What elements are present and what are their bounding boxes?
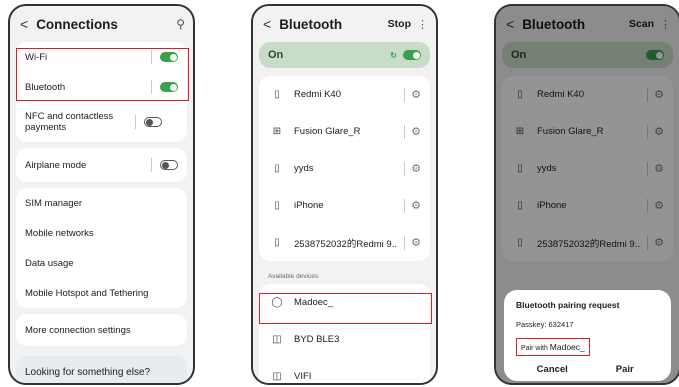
list-item[interactable]: ▯ Redmi K40 ⚙ bbox=[259, 76, 430, 113]
list-item[interactable]: ⊞ Fusion Glare_R ⚙ bbox=[259, 113, 430, 150]
bluetooth-header: < Bluetooth Stop ⋮ bbox=[253, 6, 436, 42]
dialog-title: Bluetooth pairing request bbox=[516, 300, 620, 310]
airplane-label: Airplane mode bbox=[25, 159, 87, 171]
network-card: SIM manager Mobile networks Data usage M… bbox=[16, 188, 187, 308]
more-card: More connection settings bbox=[16, 314, 187, 346]
back-button[interactable]: < bbox=[20, 16, 28, 32]
list-item[interactable]: Data usage bbox=[16, 248, 187, 278]
stop-button[interactable]: Stop bbox=[388, 18, 411, 30]
page-title: Connections bbox=[36, 16, 118, 32]
device-name: 2538752032的Redmi 9.. bbox=[294, 238, 397, 250]
list-item[interactable]: ▯ yyds ⚙ bbox=[259, 150, 430, 187]
pair-with-text: Pair with Madoec_ bbox=[516, 338, 590, 356]
headset-icon: ◫ bbox=[272, 334, 282, 345]
list-item[interactable]: Mobile Hotspot and Tethering bbox=[16, 278, 187, 308]
divider bbox=[135, 115, 136, 129]
looking-label: Looking for something else? bbox=[25, 366, 151, 378]
highlight-box bbox=[16, 48, 189, 101]
phone-icon: ▯ bbox=[274, 163, 280, 174]
highlight-box bbox=[259, 293, 432, 324]
device-name: VIFI bbox=[294, 371, 312, 382]
list-item[interactable]: ◫ BYD BLE3 bbox=[259, 321, 430, 358]
spinner-icon: ↻ bbox=[390, 50, 397, 60]
looking-row[interactable]: Looking for something else? bbox=[16, 356, 187, 383]
looking-card: Looking for something else? bbox=[16, 356, 187, 383]
gear-icon[interactable]: ⚙ bbox=[411, 125, 421, 138]
controller-icon: ⊞ bbox=[272, 126, 282, 137]
pair-button[interactable]: Pair bbox=[589, 364, 662, 375]
bluetooth-on-bar[interactable]: On ↻ bbox=[259, 42, 430, 68]
pair-with-label: Pair with bbox=[521, 345, 548, 352]
connections-screen: < Connections ⚲ Wi-Fi Bluetooth NFC and … bbox=[8, 4, 195, 385]
divider bbox=[404, 87, 406, 102]
more-label: More connection settings bbox=[25, 324, 131, 336]
nfc-row[interactable]: NFC and contactless payments bbox=[16, 102, 187, 142]
device-name: yyds bbox=[294, 163, 314, 174]
nfc-toggle[interactable] bbox=[144, 117, 162, 127]
bluetooth-pairing-screen: < Bluetooth Scan ⋮ On ▯ Redmi K40 ⚙ ⊞ Fusio… bbox=[494, 4, 679, 385]
airplane-row[interactable]: Airplane mode bbox=[16, 148, 187, 182]
sim-manager-label: SIM manager bbox=[25, 197, 83, 209]
divider bbox=[151, 158, 152, 172]
data-usage-label: Data usage bbox=[25, 257, 74, 269]
cancel-button[interactable]: Cancel bbox=[516, 364, 589, 375]
gear-icon[interactable]: ⚙ bbox=[411, 236, 421, 249]
list-item[interactable]: SIM manager bbox=[16, 188, 187, 218]
phone-icon: ▯ bbox=[274, 237, 280, 248]
bluetooth-toggle[interactable] bbox=[403, 50, 421, 60]
bluetooth-screen: < Bluetooth Stop ⋮ On ↻ ▯ Redmi K40 ⚙ ⊞ Fus… bbox=[251, 4, 438, 385]
gear-icon[interactable]: ⚙ bbox=[411, 162, 421, 175]
device-name: Fusion Glare_R bbox=[294, 126, 361, 137]
available-devices-heading: Available devices bbox=[268, 273, 319, 280]
connections-header: < Connections ⚲ bbox=[10, 6, 193, 42]
hotspot-label: Mobile Hotspot and Tethering bbox=[25, 287, 149, 299]
list-item[interactable]: ▯ iPhone ⚙ bbox=[259, 187, 430, 224]
divider bbox=[404, 198, 406, 213]
divider bbox=[404, 235, 406, 250]
list-item[interactable]: Mobile networks bbox=[16, 218, 187, 248]
pairing-request-dialog: Bluetooth pairing request Passkey: 63241… bbox=[504, 290, 671, 381]
on-label: On bbox=[268, 49, 284, 61]
phone-icon: ▯ bbox=[274, 200, 280, 211]
paired-devices-card: ▯ Redmi K40 ⚙ ⊞ Fusion Glare_R ⚙ ▯ yyds ⚙ ▯ iPh… bbox=[259, 76, 430, 261]
airplane-toggle[interactable] bbox=[160, 160, 178, 170]
phone-icon: ▯ bbox=[274, 89, 280, 100]
divider bbox=[404, 124, 406, 139]
search-icon[interactable]: ⚲ bbox=[176, 17, 185, 31]
gear-icon[interactable]: ⚙ bbox=[411, 88, 421, 101]
pair-device-name: Madoec_ bbox=[549, 342, 585, 352]
list-item[interactable]: ▯ 2538752032的Redmi 9.. ⚙ bbox=[259, 224, 430, 261]
device-name: Redmi K40 bbox=[294, 89, 341, 100]
nfc-label: NFC and contactless payments bbox=[25, 111, 114, 133]
dialog-buttons: Cancel Pair bbox=[516, 364, 661, 375]
divider bbox=[404, 161, 406, 176]
page-title: Bluetooth bbox=[279, 16, 343, 32]
device-name: iPhone bbox=[294, 200, 324, 211]
airplane-card: Airplane mode bbox=[16, 148, 187, 182]
gear-icon[interactable]: ⚙ bbox=[411, 199, 421, 212]
headset-icon: ◫ bbox=[272, 371, 282, 382]
more-options-icon[interactable]: ⋮ bbox=[417, 18, 428, 31]
mobile-networks-label: Mobile networks bbox=[25, 227, 94, 239]
back-button[interactable]: < bbox=[263, 16, 271, 32]
device-name: BYD BLE3 bbox=[294, 334, 340, 345]
more-connection-settings[interactable]: More connection settings bbox=[16, 314, 187, 346]
list-item[interactable]: ◫ VIFI bbox=[259, 358, 430, 383]
passkey-text: Passkey: 632417 bbox=[516, 320, 574, 329]
